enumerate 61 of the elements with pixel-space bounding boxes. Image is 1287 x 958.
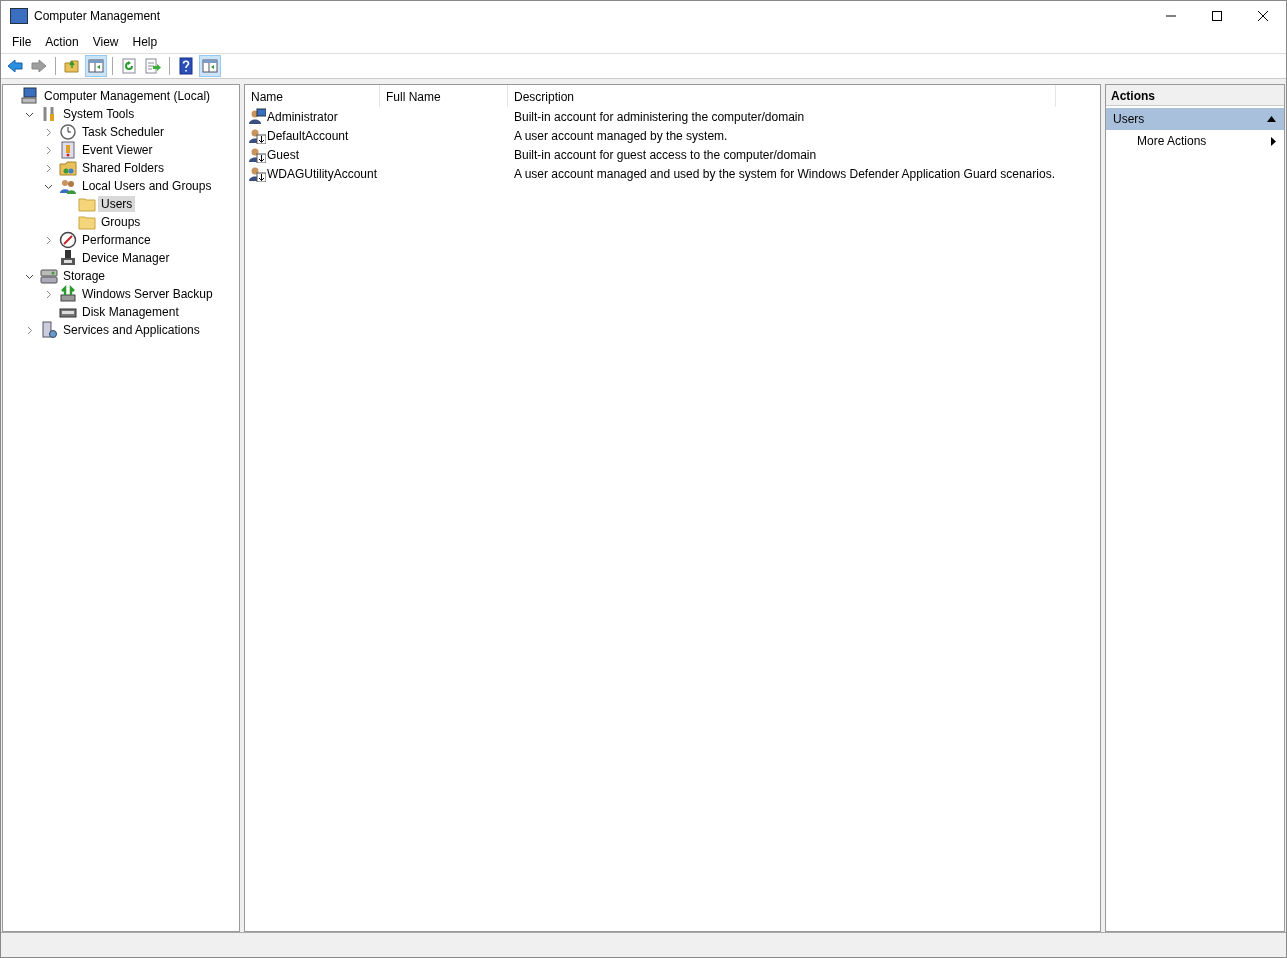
column-header[interactable]: Full Name bbox=[380, 85, 508, 107]
menu-item[interactable]: Action bbox=[38, 35, 86, 49]
tree-item[interactable]: Windows Server Backup bbox=[79, 286, 216, 302]
window-title: Computer Management bbox=[34, 9, 161, 23]
table-cell: Built-in account for guest access to the computer/domain bbox=[514, 147, 817, 162]
tree-item[interactable]: Performance bbox=[79, 232, 154, 248]
tree-item[interactable]: Groups bbox=[98, 214, 144, 230]
export-list-button[interactable] bbox=[142, 55, 164, 77]
maximize-icon[interactable] bbox=[1211, 10, 1223, 22]
folder-icon bbox=[78, 195, 96, 213]
expand-chevron-icon[interactable] bbox=[44, 163, 53, 173]
user-name[interactable]: DefaultAccount bbox=[267, 128, 349, 143]
storage-icon bbox=[40, 267, 58, 285]
user-icon bbox=[249, 127, 266, 144]
user-name[interactable]: Administrator bbox=[267, 109, 338, 124]
table-cell: Built-in account for administering the computer/domain bbox=[514, 109, 805, 124]
table-cell: A user account managed by the system. bbox=[514, 128, 728, 143]
services-icon bbox=[40, 321, 58, 339]
menu-item[interactable]: Help bbox=[125, 35, 165, 49]
share-icon bbox=[59, 159, 77, 177]
expand-chevron-icon[interactable] bbox=[44, 127, 53, 137]
expand-chevron-icon[interactable] bbox=[44, 235, 53, 245]
tree-item[interactable]: Task Scheduler bbox=[79, 124, 168, 140]
tree-item[interactable]: Local Users and Groups bbox=[79, 178, 215, 194]
user-icon bbox=[249, 108, 266, 125]
expand-chevron-icon[interactable] bbox=[44, 145, 53, 155]
pane-toggle-button[interactable] bbox=[199, 55, 221, 77]
clock-icon bbox=[59, 123, 77, 141]
user-icon bbox=[249, 165, 266, 182]
pane-header: Actions bbox=[1106, 85, 1284, 106]
tree-item[interactable]: Shared Folders bbox=[79, 160, 168, 176]
user-name[interactable]: Guest bbox=[267, 147, 299, 162]
expand-chevron-icon[interactable] bbox=[25, 325, 34, 335]
user-name[interactable]: WDAGUtilityAccount bbox=[267, 166, 378, 181]
tree-item[interactable]: Event Viewer bbox=[79, 142, 156, 158]
column-header[interactable]: Name bbox=[245, 85, 380, 107]
tree-item[interactable]: Disk Management bbox=[79, 304, 182, 320]
backup-icon bbox=[59, 285, 77, 303]
log-icon bbox=[59, 141, 77, 159]
user-icon bbox=[249, 146, 266, 163]
tree-item[interactable]: Computer Management (Local) bbox=[41, 88, 214, 104]
gauge-icon bbox=[59, 231, 77, 249]
close-icon[interactable] bbox=[1257, 10, 1269, 22]
computer-icon bbox=[10, 8, 28, 24]
device-icon bbox=[59, 249, 77, 267]
expand-chevron-icon[interactable] bbox=[44, 289, 53, 299]
menu-item[interactable]: View bbox=[85, 35, 126, 49]
users-icon bbox=[59, 177, 77, 195]
tree-item[interactable]: Device Manager bbox=[79, 250, 173, 266]
column-header[interactable]: Description bbox=[508, 85, 1056, 107]
tree-item[interactable]: Storage bbox=[60, 268, 109, 284]
tree-item[interactable]: System Tools bbox=[60, 106, 138, 122]
table-cell: A user account managed and used by the system for Windows Defender Application Guard scenarios. bbox=[514, 166, 1055, 181]
folder-icon bbox=[78, 213, 96, 231]
computer-icon bbox=[21, 87, 39, 105]
tree-item[interactable]: Services and Applications bbox=[60, 322, 203, 338]
menu-item[interactable]: File bbox=[5, 35, 39, 49]
action-link[interactable]: More Actions bbox=[1106, 130, 1284, 152]
tree-item[interactable]: Users bbox=[98, 196, 136, 212]
actions-section-header[interactable]: Users bbox=[1106, 108, 1284, 130]
pane-toggle-button[interactable] bbox=[85, 55, 107, 77]
